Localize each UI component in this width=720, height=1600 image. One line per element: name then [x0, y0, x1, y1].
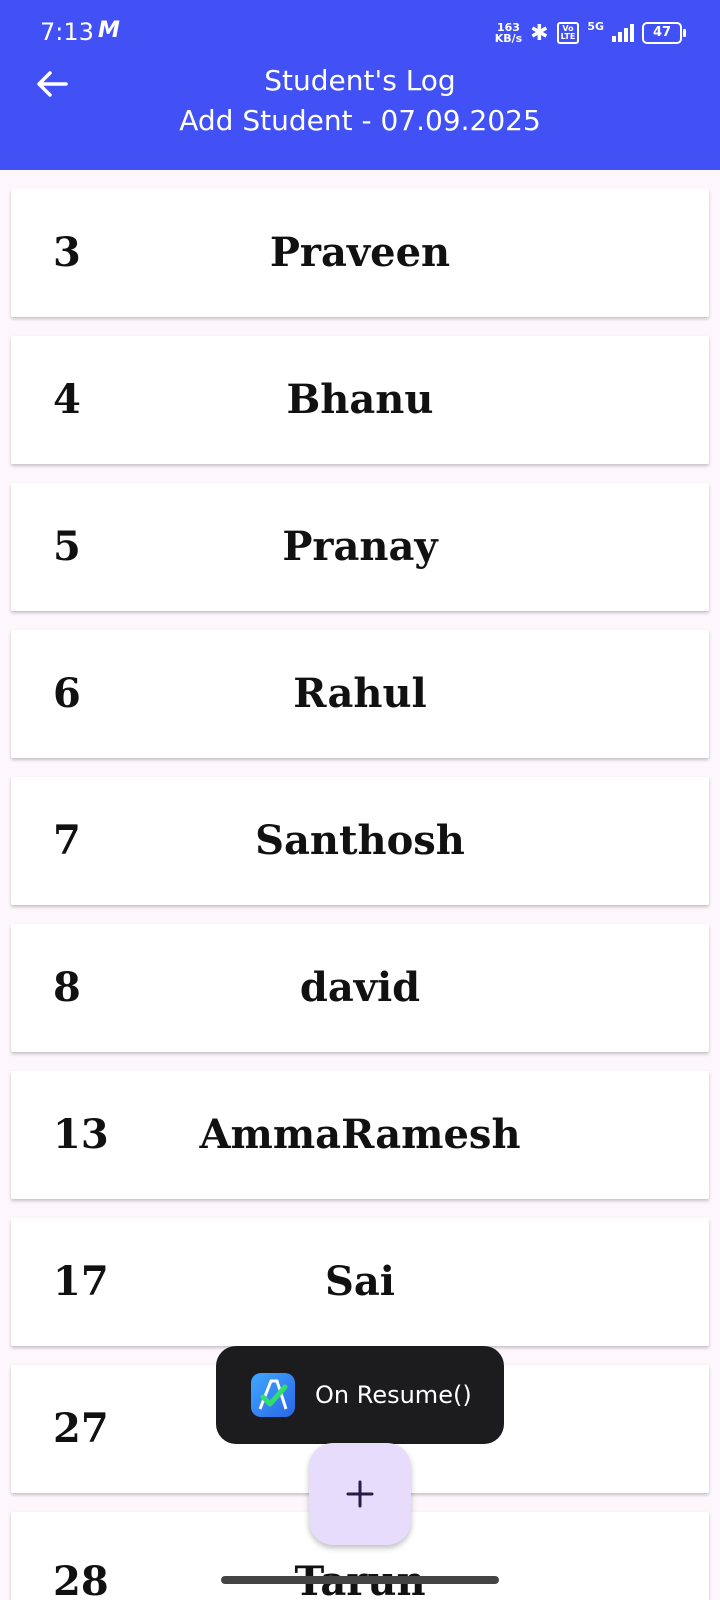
- student-name: david: [299, 964, 421, 1011]
- student-name: Sai: [325, 1258, 395, 1305]
- battery-icon: 47: [642, 22, 686, 44]
- student-name: Pranay: [282, 523, 438, 570]
- student-name: Bhanu: [286, 376, 434, 423]
- signal-icon: [612, 24, 634, 42]
- network-type: 5G: [587, 19, 604, 33]
- student-card[interactable]: 8 david: [11, 924, 709, 1052]
- plus-icon: [346, 1480, 374, 1508]
- student-card[interactable]: 7 Santhosh: [11, 777, 709, 905]
- page-subtitle: Add Student - 07.09.2025: [179, 104, 541, 137]
- notification-icon: M: [98, 18, 120, 43]
- toast-text: On Resume(): [315, 1381, 472, 1409]
- volte-icon: Vo LTE: [556, 22, 580, 44]
- status-icons: 163 KB/s ✱ Vo LTE 5G 47: [494, 18, 686, 48]
- student-card[interactable]: 3 Praveen: [11, 189, 709, 317]
- net-speed: 163 KB/s: [494, 21, 523, 45]
- student-name: Praveen: [269, 229, 451, 276]
- student-card[interactable]: 4 Bhanu: [11, 336, 709, 464]
- page-title: Student's Log: [264, 64, 456, 97]
- student-name: Rahul: [293, 670, 427, 717]
- student-name: AmmaRamesh: [199, 1111, 521, 1158]
- student-card[interactable]: 5 Pranay: [11, 483, 709, 611]
- home-indicator[interactable]: [221, 1576, 499, 1584]
- status-time: 7:13: [40, 18, 94, 46]
- bluetooth-icon: ✱: [530, 20, 549, 46]
- add-student-button[interactable]: [309, 1443, 411, 1545]
- student-card[interactable]: 17 Sai: [11, 1218, 709, 1346]
- student-card[interactable]: 6 Rahul: [11, 630, 709, 758]
- toast-message: On Resume(): [216, 1346, 504, 1444]
- student-name: Santhosh: [255, 817, 465, 864]
- student-card[interactable]: 13 AmmaRamesh: [11, 1071, 709, 1199]
- app-bar: 7:13 M 163 KB/s ✱ Vo LTE 5G 47 Student's…: [0, 0, 720, 170]
- app-logo-icon: [251, 1373, 295, 1417]
